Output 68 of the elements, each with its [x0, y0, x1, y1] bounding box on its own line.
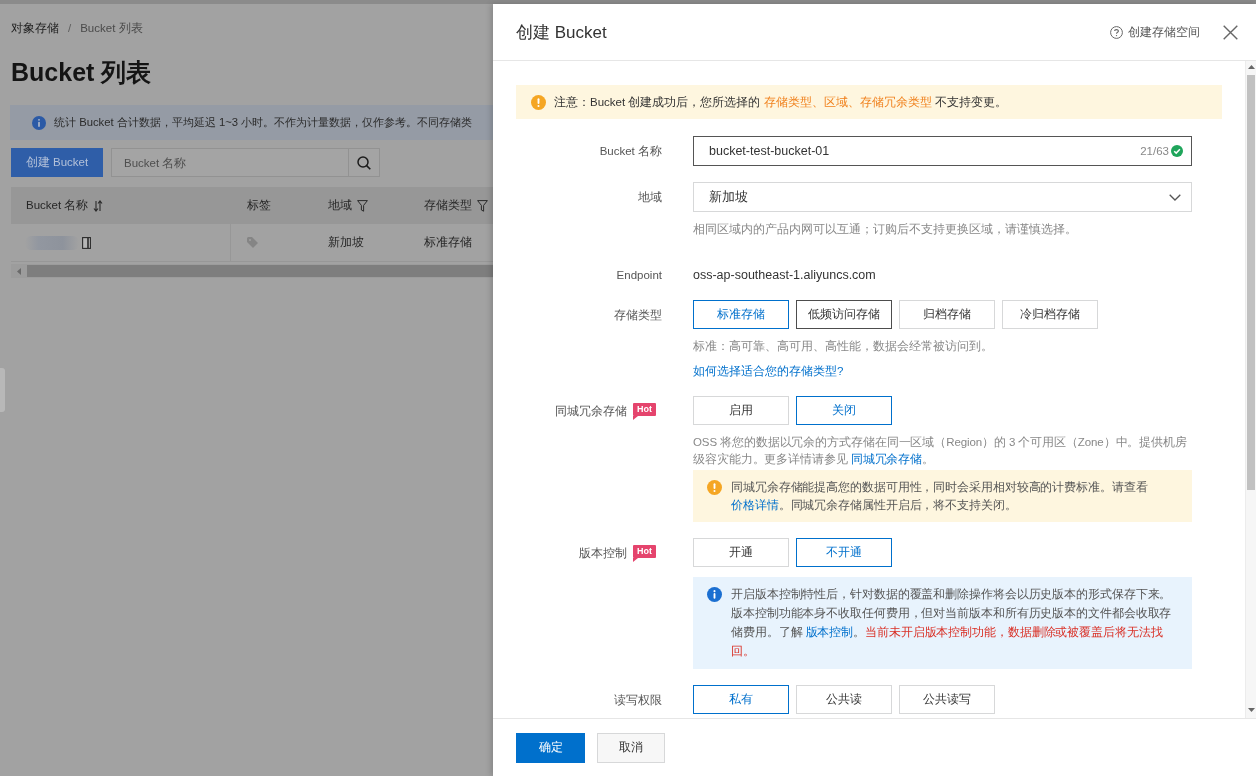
create-bucket-button[interactable]: 创建 Bucket — [11, 148, 103, 177]
confirm-button[interactable]: 确定 — [516, 732, 585, 763]
search-button[interactable] — [349, 148, 380, 177]
field-label: 同城冗余存储 — [555, 403, 627, 419]
search-field[interactable]: Bucket 名称 — [111, 148, 349, 177]
inline-link[interactable]: 价格详情 — [731, 499, 779, 511]
chevron-down-icon — [1169, 193, 1181, 201]
field-label: Bucket 名称 — [599, 143, 662, 159]
document-icon[interactable] — [82, 236, 91, 249]
breadcrumb-item: Bucket 列表 — [80, 21, 143, 36]
help-text: 相同区域内的产品内网可以互通；订购后不支持更换区域，请谨慎选择。 — [693, 222, 1078, 237]
inline-link[interactable]: 同城冗余存储 — [850, 453, 923, 465]
help-link[interactable]: 如何选择适合您的存储类型? — [693, 362, 844, 380]
alert-text: 同城冗余存储能提高您的数据可用性，同时会采用相对较高的计费标准。请查看 价格详情。同城冗余存储属性开启后，将不支持关闭。 — [731, 480, 1149, 513]
warning-icon — [531, 94, 546, 110]
close-icon[interactable] — [1223, 24, 1238, 40]
scroll-up-icon[interactable] — [1247, 65, 1255, 69]
option-button[interactable]: 冷归档存储 — [1002, 300, 1098, 329]
dropdown-select[interactable]: 新加坡 — [693, 182, 1192, 212]
filter-icon[interactable] — [477, 199, 488, 212]
column-header: 存储类型 — [424, 198, 472, 213]
option-button[interactable]: 标准存储 — [693, 300, 789, 329]
table-cell: 标准存储 — [424, 235, 472, 250]
option-button[interactable]: 不开通 — [796, 538, 892, 567]
inline-link[interactable]: 版本控制 — [805, 626, 854, 638]
option-button[interactable]: 公共读写 — [899, 685, 995, 714]
horizontal-scrollbar[interactable] — [11, 264, 493, 278]
field-label: 存储类型 — [614, 307, 662, 323]
character-counter: 21/63 — [1140, 145, 1169, 157]
scrollbar-thumb[interactable] — [1247, 75, 1255, 490]
field-label: 地域 — [638, 189, 662, 205]
filter-icon[interactable] — [357, 199, 368, 212]
option-button[interactable]: 低频访问存储 — [796, 300, 892, 329]
option-button[interactable]: 关闭 — [796, 396, 892, 425]
cancel-button[interactable]: 取消 — [597, 732, 665, 763]
info-icon — [707, 587, 722, 602]
breadcrumb-separator: / — [68, 21, 72, 36]
column-header: 地域 — [328, 198, 352, 213]
option-button[interactable]: 归档存储 — [899, 300, 995, 329]
breadcrumb-item[interactable]: 对象存储 — [11, 20, 59, 36]
help-text: 标准：高可靠、高可用、高性能，数据会经常被访问到。 — [693, 339, 994, 354]
vertical-scrollbar[interactable] — [1245, 61, 1256, 718]
drawer-title: 创建 Bucket — [516, 21, 607, 44]
search-icon — [357, 155, 371, 170]
description-text: OSS 将您的数据以冗余的方式存储在同一区域（Region）的 3 个可用区（Zone）中。提供机房级容灾能力。更多详情请参见 同城冗余存储。 — [693, 435, 1188, 467]
notice-text: 注意：Bucket 创建成功后，您所选择的 存储类型、区域、存储冗余类型 不支持变更。 — [554, 94, 1007, 110]
alert-text: 开启版本控制特性后，针对数据的覆盖和删除操作将会以历史版本的形式保存下来。版本控制功能本身不收取任何费用，但对当前版本和所有历史版本的文件都会收取存储费用。了解 版本控制。当前未开启版本控制功能，数据删除或被覆盖后将无法找回。 — [731, 587, 1173, 659]
help-link[interactable]: 创建存储空间 — [1110, 24, 1200, 40]
warning-icon — [707, 480, 722, 495]
option-button[interactable]: 开通 — [693, 538, 789, 567]
scrollbar-thumb[interactable] — [27, 265, 493, 277]
field-label: 读写权限 — [614, 692, 662, 708]
column-header: Bucket 名称 — [26, 198, 89, 213]
option-button[interactable]: 私有 — [693, 685, 789, 714]
option-button[interactable]: 公共读 — [796, 685, 892, 714]
info-icon — [32, 115, 46, 130]
banner-text: 统计 Bucket 合计数据，平均延迟 1~3 小时。不作为计量数据，仅作参考。不同存储类 — [54, 115, 473, 130]
sort-icon[interactable] — [93, 199, 104, 212]
static-value: oss-ap-southeast-1.aliyuncs.com — [693, 267, 876, 284]
text-field[interactable]: bucket-test-bucket-01 21/63 — [693, 136, 1192, 166]
scroll-down-icon[interactable] — [1247, 708, 1255, 712]
table-cell: 新加坡 — [328, 235, 364, 250]
option-button[interactable]: 启用 — [693, 396, 789, 425]
column-header: 标签 — [247, 198, 271, 213]
field-label: Endpoint — [616, 269, 662, 281]
field-label: 版本控制 — [579, 545, 627, 561]
page-title: Bucket 列表 — [11, 57, 152, 88]
help-icon — [1110, 25, 1123, 39]
